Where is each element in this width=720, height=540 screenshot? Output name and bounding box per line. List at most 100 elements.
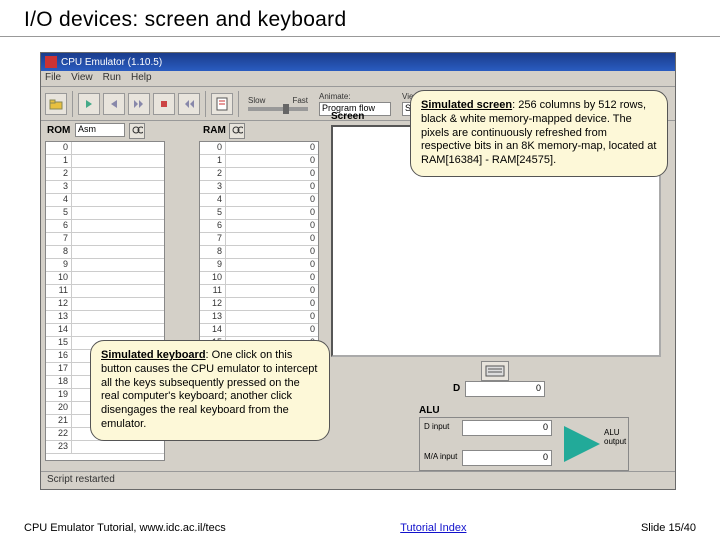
addr-cell: 17 [46,363,72,375]
alu-in1-label: D input [424,422,449,431]
table-row[interactable]: 23 [46,441,164,454]
table-row[interactable]: 00 [200,142,318,155]
rom-format-select[interactable]: Asm [75,123,125,137]
value-cell: 0 [226,298,318,310]
d-register[interactable]: 0 [465,381,545,397]
addr-cell: 12 [46,298,72,310]
separator [72,91,73,117]
table-row[interactable]: 80 [200,246,318,259]
table-row[interactable]: 70 [200,233,318,246]
addr-cell: 0 [46,142,72,154]
menu-view[interactable]: View [71,72,93,85]
value-cell: 0 [226,181,318,193]
find-ram-button[interactable] [229,123,245,139]
alu-panel: D input 0 M/A input 0 ALU output [419,417,629,471]
table-row[interactable]: 9 [46,259,164,272]
value-cell [72,311,164,323]
speed-slider[interactable]: SlowFast [248,96,308,111]
titlebar: CPU Emulator (1.10.5) [41,53,675,71]
table-row[interactable]: 30 [200,181,318,194]
reset-button[interactable] [178,93,200,115]
tutorial-index-link[interactable]: Tutorial Index [400,522,466,534]
table-row[interactable]: 11 [46,285,164,298]
run-button[interactable] [128,93,150,115]
addr-cell: 3 [46,181,72,193]
table-row[interactable]: 60 [200,220,318,233]
value-cell: 0 [226,311,318,323]
value-cell [72,168,164,180]
table-row[interactable]: 10 [200,155,318,168]
table-row[interactable]: 100 [200,272,318,285]
addr-cell: 11 [46,285,72,297]
value-cell: 0 [226,246,318,258]
callout-kbd-text: : One click on this button causes the CP… [101,349,317,430]
step-button[interactable] [78,93,100,115]
alu-in2-field: 0 [462,450,552,466]
value-cell: 0 [226,233,318,245]
table-row[interactable]: 0 [46,142,164,155]
step-back-button[interactable] [103,93,125,115]
keyboard-button[interactable] [481,361,509,381]
table-row[interactable]: 10 [46,272,164,285]
table-row[interactable]: 40 [200,194,318,207]
table-row[interactable]: 4 [46,194,164,207]
script-button[interactable] [211,93,233,115]
animate-label: Animate: [319,92,391,101]
addr-cell: 1 [200,155,226,167]
menu-file[interactable]: File [45,72,61,85]
table-row[interactable]: 13 [46,311,164,324]
app-icon [45,56,57,68]
value-cell [72,181,164,193]
addr-cell: 20 [46,402,72,414]
alu-in2-label: M/A input [424,452,457,461]
table-row[interactable]: 12 [46,298,164,311]
value-cell [72,233,164,245]
addr-cell: 7 [200,233,226,245]
addr-cell: 15 [46,337,72,349]
table-row[interactable]: 5 [46,207,164,220]
table-row[interactable]: 110 [200,285,318,298]
stop-button[interactable] [153,93,175,115]
value-cell: 0 [226,207,318,219]
table-row[interactable]: 120 [200,298,318,311]
table-row[interactable]: 1 [46,155,164,168]
addr-cell: 6 [46,220,72,232]
table-row[interactable]: 20 [200,168,318,181]
addr-cell: 10 [46,272,72,284]
callout-kbd-title: Simulated keyboard [101,349,206,361]
menu-help[interactable]: Help [131,72,152,85]
find-rom-button[interactable] [129,123,145,139]
table-row[interactable]: 90 [200,259,318,272]
table-row[interactable]: 8 [46,246,164,259]
value-cell [72,207,164,219]
rom-label: ROM [47,125,70,136]
table-row[interactable]: 7 [46,233,164,246]
value-cell [72,441,164,453]
alu-in2-value: 0 [463,451,551,465]
table-row[interactable]: 3 [46,181,164,194]
value-cell: 0 [226,285,318,297]
menu-run[interactable]: Run [103,72,121,85]
addr-cell: 12 [200,298,226,310]
addr-cell: 18 [46,376,72,388]
addr-cell: 2 [46,168,72,180]
addr-cell: 10 [200,272,226,284]
addr-cell: 6 [200,220,226,232]
table-row[interactable]: 130 [200,311,318,324]
slider-track[interactable] [248,107,308,111]
table-row[interactable]: 2 [46,168,164,181]
separator [205,91,206,117]
value-cell: 0 [226,155,318,167]
open-button[interactable] [45,93,67,115]
ram-table[interactable]: 00102030405060708090100110120130140150 [199,141,319,349]
addr-cell: 3 [200,181,226,193]
screen-label: Screen [331,111,364,122]
addr-cell: 21 [46,415,72,427]
table-row[interactable]: 6 [46,220,164,233]
table-row[interactable]: 14 [46,324,164,337]
table-row[interactable]: 50 [200,207,318,220]
value-cell [72,298,164,310]
slide-footer: CPU Emulator Tutorial, www.idc.ac.il/tec… [24,522,696,534]
statusbar: Script restarted [41,471,675,489]
table-row[interactable]: 140 [200,324,318,337]
